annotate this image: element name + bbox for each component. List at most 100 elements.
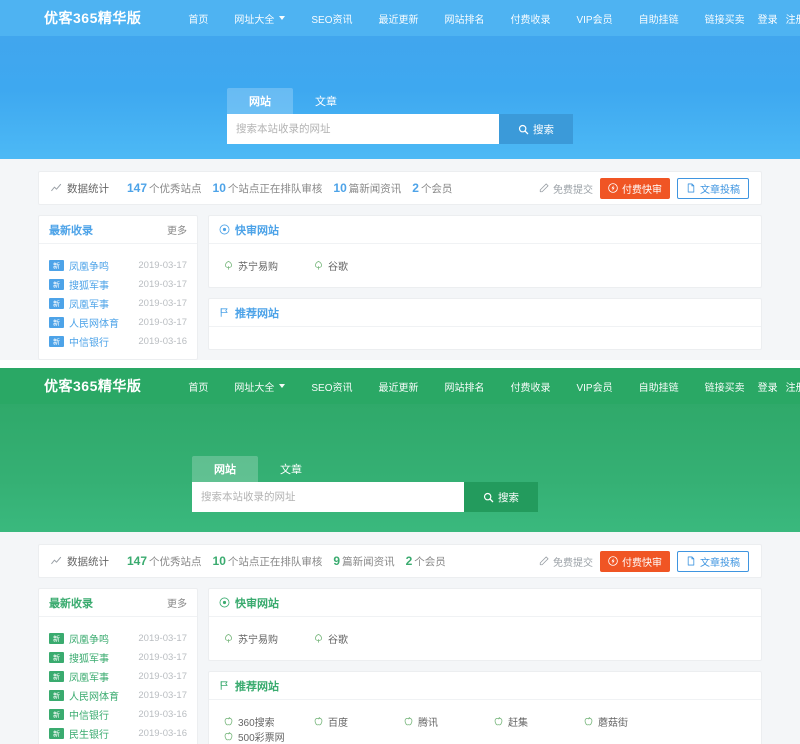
- paid-review-label: 付费快审: [622, 557, 662, 569]
- leaf-icon: [314, 260, 323, 270]
- nav-item-paid-listing[interactable]: 付费收录: [497, 379, 563, 394]
- nav-item-link-trading[interactable]: 链接买卖: [692, 11, 758, 26]
- flag-icon: [220, 681, 228, 690]
- list-item[interactable]: 新凤凰争鸣 2019-03-17: [49, 629, 187, 648]
- recommended-title-text: 推荐网站: [235, 680, 279, 693]
- list-item[interactable]: 苏宁易购: [223, 631, 313, 646]
- new-badge: 新: [49, 279, 64, 290]
- search-icon: [518, 124, 529, 134]
- nav-item-link-trading[interactable]: 链接买卖: [692, 379, 758, 394]
- search-tab-articles[interactable]: 文章: [258, 456, 324, 482]
- login-link[interactable]: 登录: [758, 379, 778, 394]
- list-item[interactable]: 新搜狐军事 2019-03-17: [49, 648, 187, 667]
- site-name: 蘑菇街: [598, 718, 628, 729]
- content-area-green: 数据统计 147 个优秀站点 10 个站点正在排队审核 9 篇新闻资讯 2 个会员 免费…: [0, 532, 800, 744]
- search-tab-sites[interactable]: 网站: [227, 88, 293, 114]
- search-button[interactable]: 搜索: [464, 482, 538, 512]
- target-icon: [219, 224, 230, 235]
- search-input[interactable]: [227, 114, 499, 144]
- nav-item-site-ranking[interactable]: 网站排名: [431, 11, 497, 26]
- list-item[interactable]: 新中信银行 2019-03-16: [49, 705, 187, 724]
- nav-item-home[interactable]: 首页: [175, 379, 221, 394]
- list-item[interactable]: 苏宁易购: [223, 258, 313, 273]
- main-columns-green: 最新收录 更多 新凤凰争鸣 2019-03-17 新搜狐军事 2019-03-17 …: [38, 588, 762, 744]
- login-link[interactable]: 登录: [758, 11, 778, 26]
- site-logo[interactable]: 优客365精华版: [44, 376, 141, 396]
- document-icon: [687, 183, 695, 193]
- register-link[interactable]: 注册: [786, 11, 800, 26]
- list-item[interactable]: 新凤凰军事 2019-03-17: [49, 294, 187, 313]
- site-name: 赶集: [508, 718, 528, 729]
- site-logo[interactable]: 优客365精华版: [44, 8, 141, 28]
- nav-item-label: VIP会员: [576, 382, 613, 394]
- stats-items-blue: 147 个优秀站点 10 个站点正在排队审核 10 篇新闻资讯 2 个会员: [127, 181, 452, 196]
- fast-review-sites-blue: 苏宁易购 谷歌: [209, 244, 761, 287]
- list-item[interactable]: 腾讯: [403, 714, 493, 729]
- latest-item-name: 搜狐军事: [69, 654, 109, 665]
- hero-search-area-green: 网站 文章 搜索 www.bcsucai.com: [0, 404, 800, 550]
- search-button[interactable]: 搜索: [499, 114, 573, 144]
- latest-panel-green: 最新收录 更多 新凤凰争鸣 2019-03-17 新搜狐军事 2019-03-17 …: [38, 588, 198, 744]
- nav-item-site-ranking[interactable]: 网站排名: [431, 379, 497, 394]
- paid-review-button[interactable]: 付费快审: [600, 550, 670, 572]
- stat-news-text: 篇新闻资讯: [342, 555, 395, 568]
- list-item[interactable]: 新人民网体育 2019-03-17: [49, 313, 187, 332]
- list-item[interactable]: 谷歌: [313, 258, 403, 273]
- site-name: 苏宁易购: [238, 635, 278, 646]
- nav-item-vip-member[interactable]: VIP会员: [563, 11, 625, 26]
- stats-label: 数据统计: [51, 554, 109, 569]
- nav-item-self-link[interactable]: 自助挂链: [626, 11, 692, 26]
- list-item[interactable]: 新人民网体育 2019-03-17: [49, 686, 187, 705]
- nav-item-label: 最近更新: [378, 382, 419, 394]
- search-tab-sites[interactable]: 网站: [192, 456, 258, 482]
- latest-more-link[interactable]: 更多: [167, 595, 187, 610]
- list-item[interactable]: 新凤凰争鸣 2019-03-17: [49, 256, 187, 275]
- new-badge: 新: [49, 260, 64, 271]
- stat-news: 9 篇新闻资讯: [333, 554, 394, 569]
- leaf-icon: [224, 633, 233, 643]
- list-item[interactable]: 新中信银行 2019-03-16: [49, 332, 187, 351]
- search-icon: [483, 492, 494, 502]
- list-item[interactable]: 360搜索: [223, 714, 313, 729]
- list-item[interactable]: 新民生银行 2019-03-16: [49, 724, 187, 743]
- latest-item-date: 2019-03-16: [138, 336, 187, 347]
- search-tab-articles[interactable]: 文章: [293, 88, 359, 114]
- chevron-down-icon: [279, 16, 286, 20]
- paid-review-label: 付费快审: [622, 184, 662, 196]
- nav-item-recent-updates[interactable]: 最近更新: [365, 11, 431, 26]
- apple-icon: [224, 731, 233, 741]
- nav-item-self-link[interactable]: 自助挂链: [626, 379, 692, 394]
- list-item[interactable]: 蘑菇街: [583, 714, 673, 729]
- nav-item-site-directory[interactable]: 网址大全: [221, 11, 298, 26]
- nav-item-recent-updates[interactable]: 最近更新: [365, 379, 431, 394]
- list-item[interactable]: 新凤凰军事 2019-03-17: [49, 667, 187, 686]
- nav-item-vip-member[interactable]: VIP会员: [563, 379, 625, 394]
- nav-item-site-directory[interactable]: 网址大全: [221, 379, 298, 394]
- fast-review-title-text: 快审网站: [235, 597, 279, 610]
- list-item[interactable]: 百度: [313, 714, 403, 729]
- list-item[interactable]: 谷歌: [313, 631, 403, 646]
- paid-review-button[interactable]: 付费快审: [600, 177, 670, 199]
- article-submit-button[interactable]: 文章投稿: [677, 177, 749, 199]
- pencil-icon: [539, 556, 549, 566]
- latest-panel-header: 最新收录 更多: [39, 216, 197, 244]
- free-submit-button[interactable]: 免费提交: [539, 181, 593, 196]
- article-submit-button[interactable]: 文章投稿: [677, 550, 749, 572]
- latest-more-link[interactable]: 更多: [167, 222, 187, 237]
- register-link[interactable]: 注册: [786, 379, 800, 394]
- auth-links-blue: 登录 注册: [758, 11, 800, 26]
- nav-item-seo-news[interactable]: SEO资讯: [298, 11, 365, 26]
- fast-review-sites-green: 苏宁易购 谷歌: [209, 617, 761, 660]
- new-badge: 新: [49, 728, 64, 739]
- list-item[interactable]: 新搜狐军事 2019-03-17: [49, 275, 187, 294]
- latest-item-name: 凤凰争鸣: [69, 262, 109, 273]
- nav-item-paid-listing[interactable]: 付费收录: [497, 11, 563, 26]
- search-input[interactable]: [192, 482, 464, 512]
- nav-item-seo-news[interactable]: SEO资讯: [298, 379, 365, 394]
- free-submit-button[interactable]: 免费提交: [539, 554, 593, 569]
- list-item[interactable]: 500彩票网: [223, 729, 313, 744]
- list-item[interactable]: 赶集: [493, 714, 583, 729]
- recommended-title: 推荐网站: [219, 678, 279, 694]
- site-name: 苏宁易购: [238, 262, 278, 273]
- nav-item-home[interactable]: 首页: [175, 11, 221, 26]
